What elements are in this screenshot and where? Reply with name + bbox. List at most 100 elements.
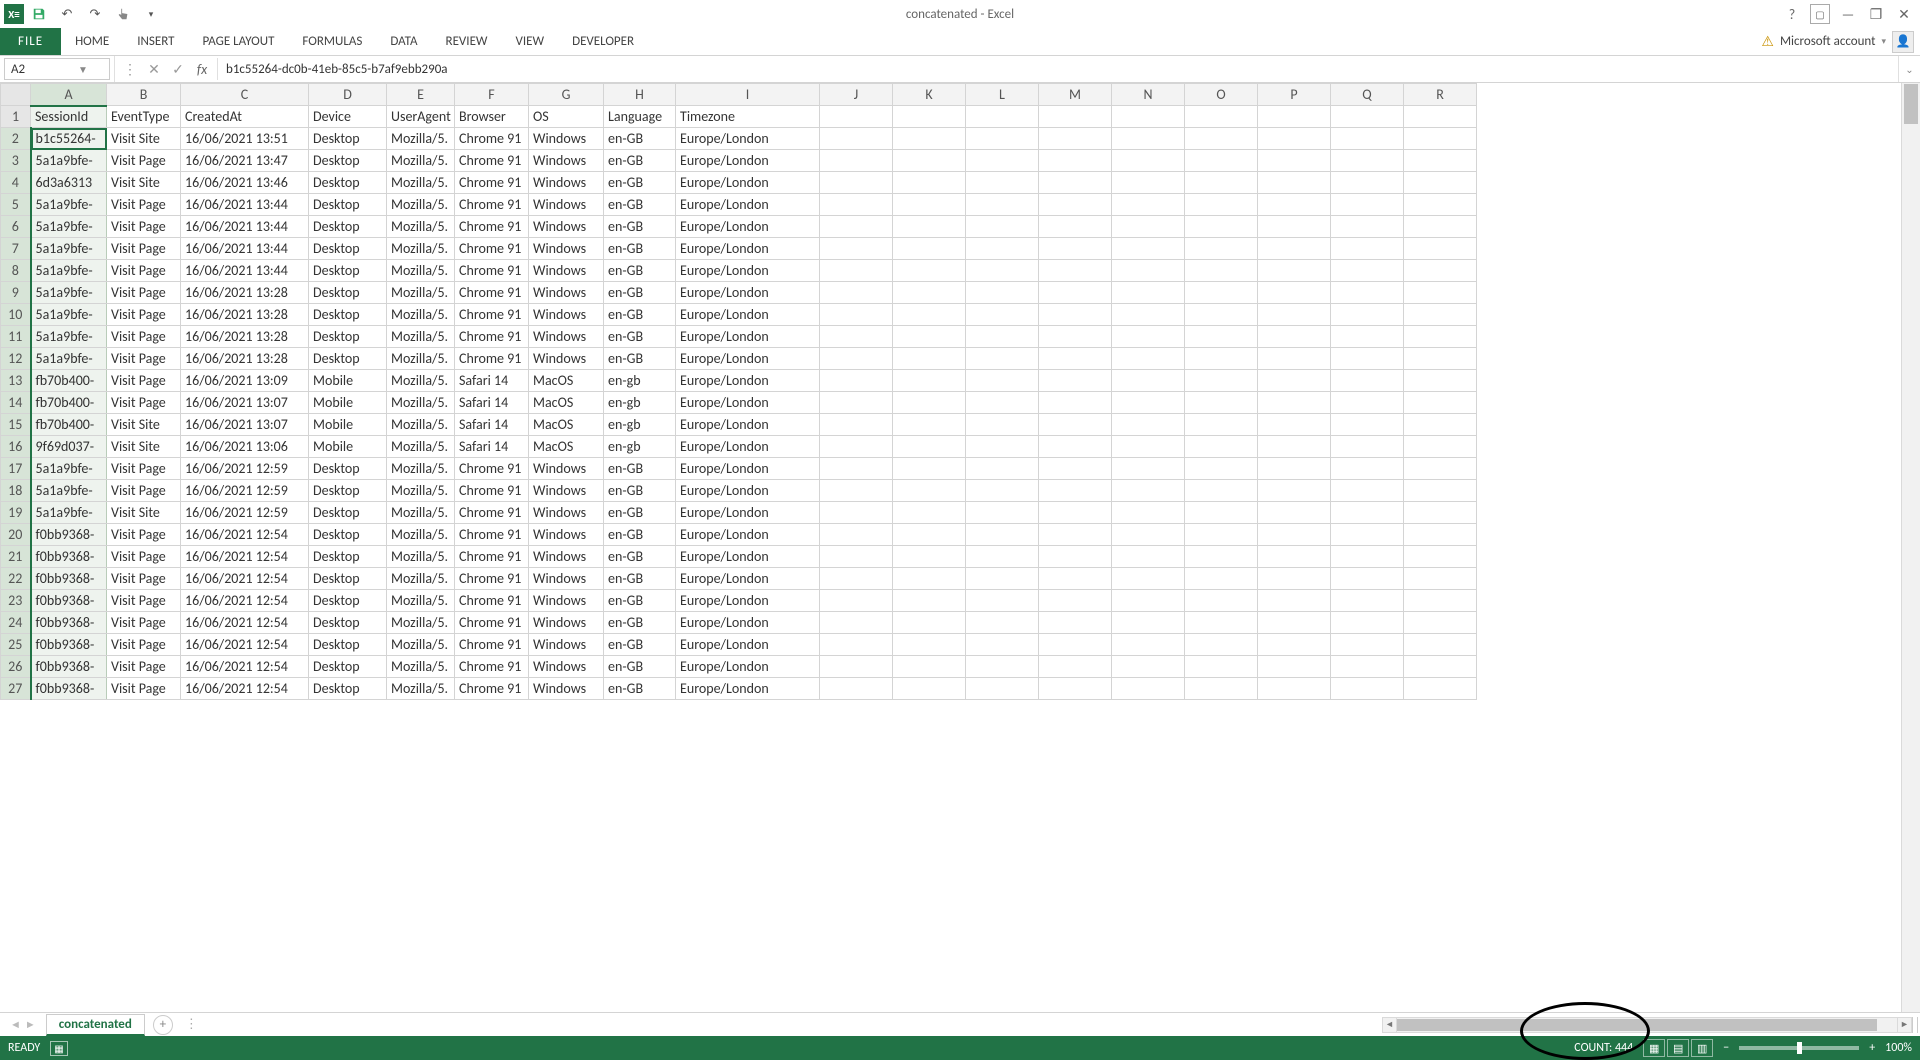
tab-formulas[interactable]: FORMULAS xyxy=(288,28,376,55)
new-sheet-button[interactable]: + xyxy=(153,1015,173,1035)
cell[interactable]: Visit Page xyxy=(107,282,181,304)
cell[interactable] xyxy=(1039,392,1112,414)
column-header-C[interactable]: C xyxy=(181,84,309,106)
cell[interactable] xyxy=(1185,128,1258,150)
cell[interactable] xyxy=(820,634,893,656)
column-header-L[interactable]: L xyxy=(966,84,1039,106)
cell[interactable]: Europe/London xyxy=(676,260,820,282)
cell[interactable]: f0bb9368- xyxy=(31,590,107,612)
cell[interactable]: Mozilla/5. xyxy=(387,568,455,590)
cell[interactable]: Windows xyxy=(529,524,604,546)
cell[interactable]: Windows xyxy=(529,194,604,216)
row-header-4[interactable]: 4 xyxy=(1,172,31,194)
cell[interactable]: Chrome 91 xyxy=(455,194,529,216)
cell[interactable]: Desktop xyxy=(309,480,387,502)
cell[interactable] xyxy=(1331,634,1404,656)
row-header-26[interactable]: 26 xyxy=(1,656,31,678)
tab-view[interactable]: VIEW xyxy=(502,28,559,55)
cell[interactable] xyxy=(1039,282,1112,304)
cell[interactable]: Europe/London xyxy=(676,128,820,150)
cell[interactable]: Mozilla/5. xyxy=(387,458,455,480)
cell[interactable] xyxy=(1112,106,1185,128)
cell[interactable] xyxy=(893,304,966,326)
cell[interactable] xyxy=(1331,392,1404,414)
cell[interactable]: 5a1a9bfe- xyxy=(31,282,107,304)
cell[interactable] xyxy=(893,612,966,634)
row-header-9[interactable]: 9 xyxy=(1,282,31,304)
cell[interactable] xyxy=(820,106,893,128)
cell[interactable]: Chrome 91 xyxy=(455,326,529,348)
sheet-tab-concatenated[interactable]: concatenated xyxy=(46,1014,145,1036)
cell[interactable] xyxy=(1258,194,1331,216)
cell[interactable] xyxy=(1039,216,1112,238)
cell[interactable] xyxy=(1039,260,1112,282)
cell[interactable] xyxy=(1039,480,1112,502)
cell[interactable]: Desktop xyxy=(309,128,387,150)
cell[interactable]: Visit Page xyxy=(107,216,181,238)
close-button[interactable]: ✕ xyxy=(1894,4,1914,24)
cell[interactable] xyxy=(1039,502,1112,524)
row-header-3[interactable]: 3 xyxy=(1,150,31,172)
cell[interactable] xyxy=(1112,216,1185,238)
cell[interactable]: Europe/London xyxy=(676,612,820,634)
row-header-20[interactable]: 20 xyxy=(1,524,31,546)
cell[interactable]: Visit Page xyxy=(107,458,181,480)
row-header-21[interactable]: 21 xyxy=(1,546,31,568)
cell[interactable]: Visit Page xyxy=(107,634,181,656)
cell[interactable]: en-GB xyxy=(604,678,676,700)
cell[interactable] xyxy=(1039,194,1112,216)
cell[interactable]: 16/06/2021 13:28 xyxy=(181,282,309,304)
cell[interactable] xyxy=(820,546,893,568)
cell[interactable]: Chrome 91 xyxy=(455,150,529,172)
cell[interactable]: Mozilla/5. xyxy=(387,436,455,458)
cell[interactable]: Visit Page xyxy=(107,656,181,678)
cell[interactable] xyxy=(1112,568,1185,590)
cell[interactable]: Windows xyxy=(529,172,604,194)
cell[interactable]: 16/06/2021 12:59 xyxy=(181,480,309,502)
cell[interactable]: Windows xyxy=(529,326,604,348)
cell[interactable] xyxy=(966,194,1039,216)
cell[interactable]: Europe/London xyxy=(676,172,820,194)
cell[interactable] xyxy=(1404,612,1477,634)
cell[interactable] xyxy=(1331,612,1404,634)
cell[interactable]: 5a1a9bfe- xyxy=(31,260,107,282)
cell[interactable]: Windows xyxy=(529,238,604,260)
cell[interactable] xyxy=(893,480,966,502)
cell[interactable] xyxy=(1258,128,1331,150)
cell[interactable]: Chrome 91 xyxy=(455,216,529,238)
formula-input[interactable]: b1c55264-dc0b-41eb-85c5-b7af9ebb290a xyxy=(217,58,1898,80)
cell[interactable]: Chrome 91 xyxy=(455,348,529,370)
cell[interactable]: Chrome 91 xyxy=(455,546,529,568)
cell[interactable] xyxy=(893,524,966,546)
cell[interactable] xyxy=(1112,612,1185,634)
cell[interactable]: 5a1a9bfe- xyxy=(31,304,107,326)
cell[interactable] xyxy=(1258,282,1331,304)
cell[interactable]: en-GB xyxy=(604,612,676,634)
cell[interactable] xyxy=(1185,414,1258,436)
cell[interactable]: Europe/London xyxy=(676,392,820,414)
cell[interactable] xyxy=(820,304,893,326)
cell[interactable] xyxy=(893,194,966,216)
cell[interactable]: Europe/London xyxy=(676,194,820,216)
cell[interactable] xyxy=(820,128,893,150)
row-header-10[interactable]: 10 xyxy=(1,304,31,326)
zoom-slider[interactable] xyxy=(1739,1046,1859,1050)
cell[interactable]: Mozilla/5. xyxy=(387,172,455,194)
cell[interactable]: Visit Page xyxy=(107,238,181,260)
cell[interactable] xyxy=(820,458,893,480)
cell[interactable] xyxy=(1404,414,1477,436)
cell[interactable] xyxy=(1404,238,1477,260)
cell[interactable]: Europe/London xyxy=(676,678,820,700)
cell[interactable] xyxy=(820,656,893,678)
cell[interactable] xyxy=(893,568,966,590)
cell[interactable]: Mozilla/5. xyxy=(387,370,455,392)
cell[interactable]: Desktop xyxy=(309,656,387,678)
column-header-R[interactable]: R xyxy=(1404,84,1477,106)
row-header-12[interactable]: 12 xyxy=(1,348,31,370)
cell[interactable] xyxy=(1039,590,1112,612)
cell[interactable] xyxy=(1185,348,1258,370)
column-header-O[interactable]: O xyxy=(1185,84,1258,106)
row-header-27[interactable]: 27 xyxy=(1,678,31,700)
cell[interactable] xyxy=(1258,172,1331,194)
cell[interactable]: Mozilla/5. xyxy=(387,634,455,656)
